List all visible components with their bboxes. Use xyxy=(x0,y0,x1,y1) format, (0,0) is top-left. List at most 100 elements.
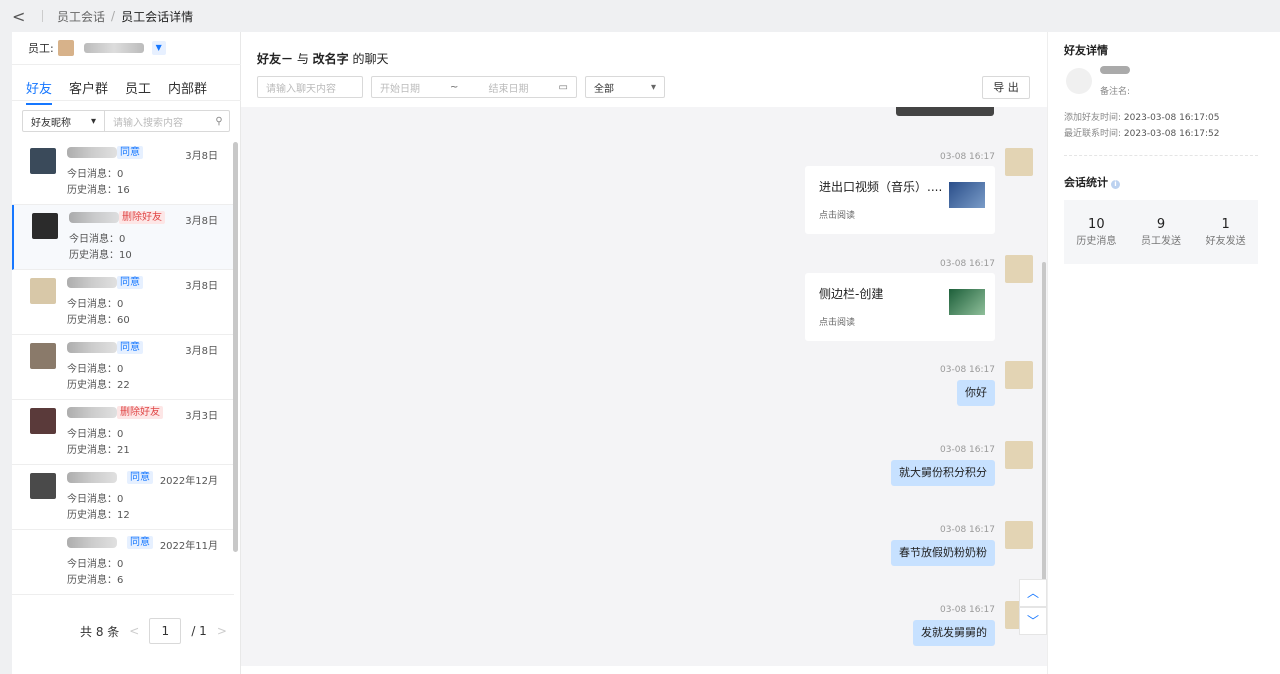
history-count: 历史消息：60 xyxy=(67,315,130,326)
stat-title: 会话统计 i xyxy=(1064,174,1120,190)
employee-avatar xyxy=(57,40,74,56)
friend-list: 同意 3月8日今日消息：0 历史消息：16 删除好友 3月8日 今日消息：0 历史消息：10… xyxy=(12,140,234,595)
stat-label: 好友发送 xyxy=(1205,236,1246,247)
card-title: 进出口视频（音乐）.... xyxy=(819,180,943,194)
message-header: 03-08 16:17 xyxy=(535,255,1035,283)
pagination: 共 8 条 < 1 / 1 > xyxy=(80,618,227,644)
add-time: 添加好友时间: 2023-03-08 16:17:05 xyxy=(1064,110,1220,123)
history-count: 历史消息：22 xyxy=(67,380,130,391)
friend-avatar xyxy=(30,278,56,304)
friend-note: 备注名: xyxy=(1100,84,1130,97)
card-thumbnail xyxy=(949,182,985,208)
add-time-label: 添加好友时间: xyxy=(1064,113,1122,123)
link-card-message[interactable]: 进出口视频（音乐）.... 点击阅读 xyxy=(805,166,995,234)
history-count: 历史消息：16 xyxy=(67,185,130,196)
status-badge: 删除好友 xyxy=(119,211,165,224)
last-date: 3月8日 xyxy=(185,151,218,162)
chat-title-end: 的聊天 xyxy=(348,52,389,66)
message-time: 03-08 16:17 xyxy=(940,365,995,375)
status-badge: 同意 xyxy=(117,146,143,159)
message-time: 03-08 16:17 xyxy=(940,259,995,269)
friend-name xyxy=(67,277,117,288)
last-date: 2022年11月 xyxy=(159,541,218,552)
message-type-select[interactable]: 全部 ▾ xyxy=(585,76,665,98)
detail-title: 好友详情 xyxy=(1064,44,1108,57)
last-time-label: 最近联系时间: xyxy=(1064,129,1122,139)
scroll-down-button[interactable]: ﹀ xyxy=(1019,607,1047,635)
scrollbar[interactable] xyxy=(233,142,238,552)
message-header: 03-08 16:17 xyxy=(535,521,1035,549)
breadcrumb-current: 员工会话详情 xyxy=(121,9,194,24)
top-bar: < 员工会话 / 员工会话详情 xyxy=(0,0,1280,32)
friend-name xyxy=(67,472,117,483)
scrollbar[interactable] xyxy=(1042,262,1046,591)
breadcrumb-separator: / xyxy=(111,9,116,23)
status-badge: 同意 xyxy=(127,471,153,484)
today-count: 今日消息：0 xyxy=(67,299,124,310)
next-page-icon[interactable]: > xyxy=(217,624,227,638)
text-message: 春节放假奶粉奶粉 xyxy=(891,540,995,566)
friend-list-item[interactable]: 同意 3月8日 今日消息：0 历史消息：60 xyxy=(12,270,234,335)
friend-list-panel: 员工: ▼ 好友 客户群 员工 内部群 好友昵称 ▾ 请输入搜索内容 ⚲ 同意 3月… xyxy=(12,32,241,674)
friend-list-item[interactable]: 同意 2022年11月今日消息：0 历史消息：6 xyxy=(12,530,234,595)
friend-list-item[interactable]: 同意 2022年12月 今日消息：0 历史消息：12 xyxy=(12,465,234,530)
chat-filter-bar: 请输入聊天内容 开始日期 ~ 结束日期 ▭ 全部 ▾ xyxy=(257,76,665,98)
last-time-value: 2023-03-08 16:17:52 xyxy=(1123,129,1220,139)
today-count: 今日消息：0 xyxy=(67,364,124,375)
status-badge: 同意 xyxy=(127,536,153,549)
friend-list-item[interactable]: 删除好友 3月3日 今日消息：0 历史消息：21 xyxy=(12,400,234,465)
stat-value: 10 xyxy=(1088,217,1105,232)
caret-down-icon: ▾ xyxy=(650,81,656,93)
search-field-value: 好友昵称 xyxy=(31,117,71,129)
chevron-down-icon[interactable]: ▼ xyxy=(151,41,166,55)
message-time: 03-08 16:17 xyxy=(940,605,995,615)
breadcrumb-parent[interactable]: 员工会话 xyxy=(57,8,105,25)
chat-title-mid: 与 xyxy=(293,52,313,66)
last-date: 3月3日 xyxy=(185,411,218,422)
friend-avatar xyxy=(30,148,56,174)
friend-avatar xyxy=(1066,68,1092,94)
today-count: 今日消息：0 xyxy=(67,559,124,570)
chat-search-input[interactable]: 请输入聊天内容 xyxy=(257,76,363,98)
stat-history: 10 历史消息 xyxy=(1076,217,1116,247)
read-link[interactable]: 点击阅读 xyxy=(819,208,855,221)
last-date: 2022年12月 xyxy=(159,476,218,487)
friend-list-item[interactable]: 同意 3月8日 今日消息：0 历史消息：16 xyxy=(12,140,234,205)
stat-title-text: 会话统计 xyxy=(1064,176,1108,189)
history-count: 历史消息：6 xyxy=(67,575,124,586)
employee-selector[interactable]: 员工: ▼ xyxy=(28,40,166,56)
info-icon[interactable]: i xyxy=(1111,180,1120,189)
stat-friend-sent: 1 好友发送 xyxy=(1206,217,1246,247)
message-time: 03-08 16:17 xyxy=(940,445,995,455)
read-link[interactable]: 点击阅读 xyxy=(819,315,855,328)
image-message-partial[interactable] xyxy=(896,107,994,116)
chat-title-suffix: 改名字 xyxy=(312,52,349,66)
message-time: 03-08 16:17 xyxy=(940,525,995,535)
link-card-message[interactable]: 侧边栏-创建 点击阅读 xyxy=(805,273,995,341)
export-button[interactable]: 导 出 xyxy=(982,76,1030,99)
sender-avatar xyxy=(1005,521,1033,549)
friend-list-item[interactable]: 删除好友 3月8日 今日消息：0 历史消息：10 xyxy=(12,205,234,270)
search-field-select[interactable]: 好友昵称 ▾ xyxy=(23,111,105,131)
divider xyxy=(12,64,241,65)
prev-page-icon[interactable]: < xyxy=(129,624,139,638)
search-icon[interactable]: ⚲ xyxy=(209,116,229,127)
friend-name xyxy=(67,537,117,548)
search-input[interactable]: 请输入搜索内容 xyxy=(105,114,209,129)
end-date: 结束日期 xyxy=(488,83,529,95)
status-badge: 同意 xyxy=(117,341,143,354)
stat-value: 9 xyxy=(1156,217,1166,232)
start-date: 开始日期 xyxy=(380,83,420,95)
date-range-picker[interactable]: 开始日期 ~ 结束日期 ▭ xyxy=(371,76,577,98)
status-badge: 删除好友 xyxy=(117,406,163,419)
scroll-up-button[interactable]: ︿ xyxy=(1019,579,1047,607)
chat-messages: 03-08 16:17 进出口视频（音乐）.... 点击阅读 03-08 16:17 侧… xyxy=(241,107,1047,666)
friend-avatar xyxy=(30,343,56,369)
friend-avatar xyxy=(30,473,56,499)
friend-list-item[interactable]: 同意 3月8日 今日消息：0 历史消息：22 xyxy=(12,335,234,400)
stat-box: 10 历史消息 9 员工发送 1 好友发送 xyxy=(1064,200,1258,264)
history-count: 历史消息：10 xyxy=(69,250,132,261)
back-icon[interactable]: < xyxy=(12,7,28,26)
page-input[interactable]: 1 xyxy=(149,618,182,644)
stat-label: 员工发送 xyxy=(1140,236,1181,247)
